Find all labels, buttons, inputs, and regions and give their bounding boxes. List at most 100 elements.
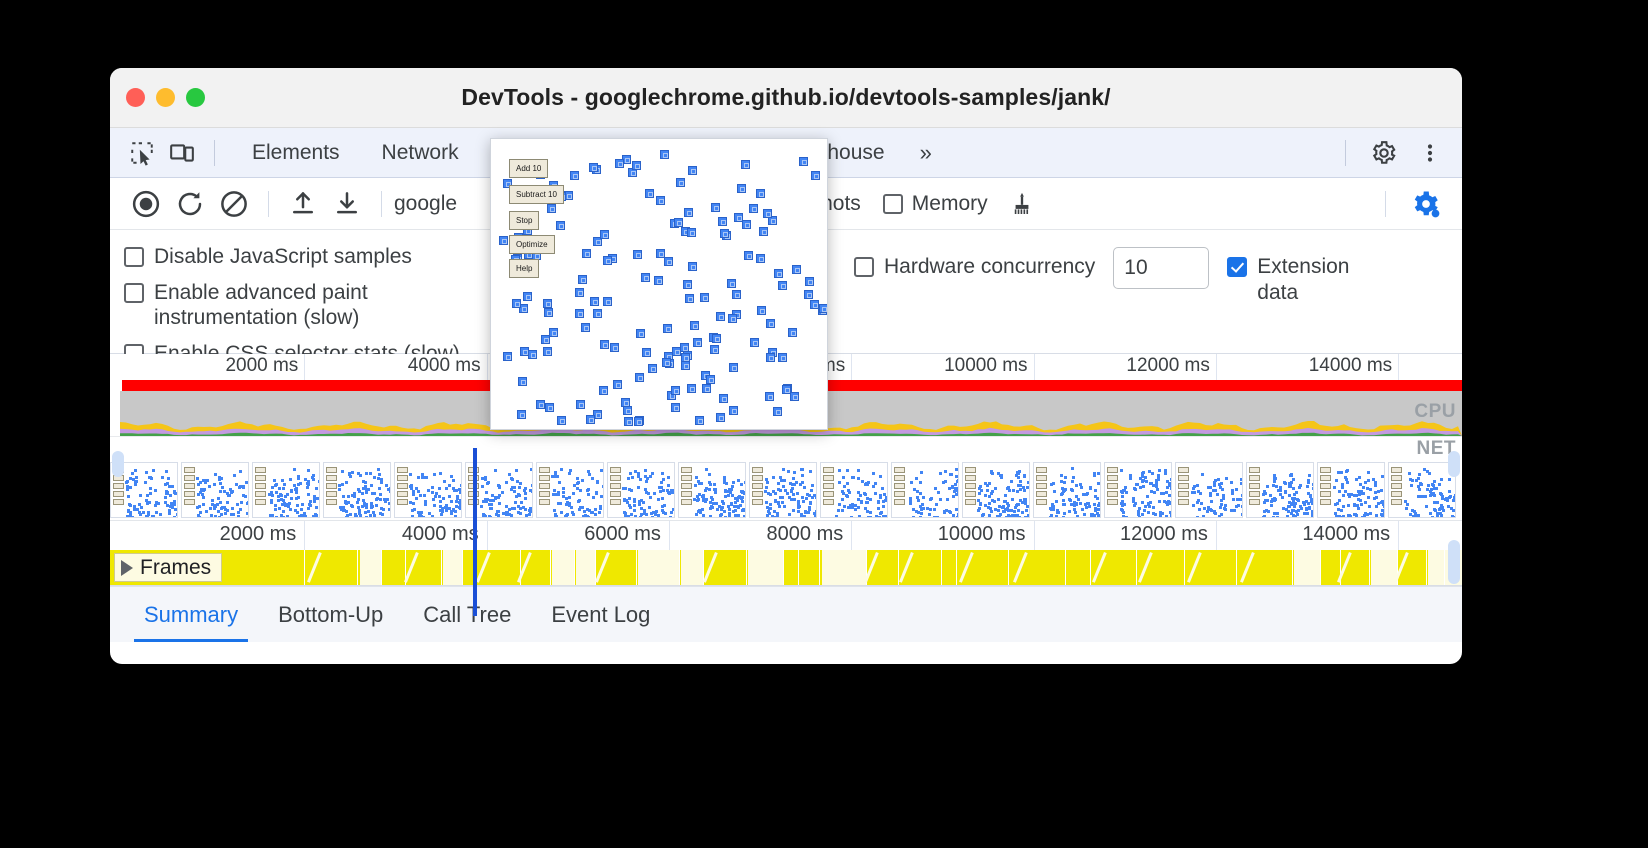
download-profile-icon[interactable] — [325, 182, 369, 226]
frame-bar[interactable] — [359, 550, 382, 585]
thumbnail-dot — [267, 493, 271, 497]
thumbnail-dot — [1420, 494, 1424, 498]
filmstrip-thumbnail[interactable] — [749, 462, 817, 518]
hardware-concurrency-input[interactable]: 10 — [1113, 247, 1210, 289]
close-button[interactable] — [126, 88, 145, 107]
thumbnail-dot — [1158, 469, 1162, 473]
extension-data-checkbox[interactable] — [1227, 257, 1248, 277]
thumbnail-dot — [865, 497, 869, 500]
jank-demo-square — [717, 217, 727, 226]
filmstrip-thumbnail[interactable] — [1388, 462, 1456, 518]
thumbnail-dot — [739, 496, 743, 500]
thumbnail-buttons-icon — [610, 467, 621, 507]
thumbnail-dot — [602, 485, 603, 489]
filmstrip-thumbnail[interactable] — [394, 462, 462, 518]
expand-triangle-icon[interactable] — [121, 559, 133, 576]
thumbnail-dot — [1219, 498, 1223, 502]
inspect-element-icon[interactable] — [122, 133, 162, 173]
thumbnail-dot — [859, 500, 863, 504]
thumbnail-dot — [1084, 506, 1088, 510]
extension-data-row[interactable]: Extension data — [1227, 254, 1367, 305]
frame-bar[interactable] — [382, 550, 407, 585]
timeline-playhead-main[interactable] — [473, 496, 477, 616]
upload-profile-icon[interactable] — [281, 182, 325, 226]
memory-checkbox-box[interactable] — [882, 193, 903, 214]
filmstrip-thumbnail[interactable] — [252, 462, 320, 518]
thumbnail-dot — [1010, 480, 1014, 483]
filmstrip-strip[interactable] — [110, 460, 1462, 520]
thumbnail-dot — [480, 504, 483, 508]
minimize-button[interactable] — [156, 88, 175, 107]
frame-bar[interactable] — [1428, 550, 1445, 585]
filmstrip-thumbnail[interactable] — [820, 462, 888, 518]
timeline-vertical-scrollbar[interactable] — [1448, 540, 1460, 584]
clear-recording-icon[interactable] — [212, 182, 256, 226]
frame-bar[interactable] — [1067, 550, 1092, 585]
frame-bar[interactable] — [1294, 550, 1321, 585]
capture-settings-gear-icon[interactable] — [1404, 182, 1448, 226]
tab-elements[interactable]: Elements — [231, 128, 361, 178]
thumbnail-dot — [160, 476, 164, 480]
filmstrip-thumbnail[interactable] — [1033, 462, 1101, 518]
filmstrip-thumbnail[interactable] — [1246, 462, 1314, 518]
filmstrip-thumbnail[interactable] — [181, 462, 249, 518]
filmstrip-thumbnail[interactable] — [1175, 462, 1243, 518]
frame-bar[interactable] — [637, 550, 681, 585]
filmstrip-thumbnail[interactable] — [536, 462, 604, 518]
jank-demo-square — [546, 204, 556, 214]
frame-bar[interactable] — [799, 550, 821, 585]
device-toolbar-icon[interactable] — [162, 133, 202, 173]
record-button-icon[interactable] — [124, 182, 168, 226]
thumbnail-dot — [196, 476, 200, 480]
frames-track[interactable]: Frames — [110, 550, 1462, 586]
frame-bar[interactable] — [443, 550, 463, 585]
tab-summary[interactable]: Summary — [124, 588, 258, 642]
filmstrip-thumbnail[interactable] — [1317, 462, 1385, 518]
hardware-concurrency-checkbox[interactable] — [854, 257, 874, 277]
filmstrip-thumbnail[interactable] — [607, 462, 675, 518]
tab-call-tree[interactable]: Call Tree — [403, 588, 531, 642]
frame-bar[interactable] — [747, 550, 784, 585]
thumbnail-dot — [713, 491, 717, 495]
frame-bar[interactable] — [821, 550, 867, 585]
memory-checkbox[interactable]: Memory — [882, 192, 988, 216]
frame-bar[interactable] — [784, 550, 799, 585]
filmstrip-thumbnail[interactable] — [962, 462, 1030, 518]
frame-bar[interactable] — [681, 550, 704, 585]
thumbnail-dot — [837, 502, 841, 506]
frame-bar[interactable] — [575, 550, 597, 585]
network-band[interactable]: NET — [110, 436, 1462, 460]
zoom-button[interactable] — [186, 88, 205, 107]
filmstrip-thumbnail[interactable] — [678, 462, 746, 518]
reload-and-record-icon[interactable] — [168, 182, 212, 226]
thumbnail-dot — [1311, 501, 1313, 505]
filmstrip-thumbnail[interactable] — [323, 462, 391, 518]
filmstrip-thumbnail[interactable] — [891, 462, 959, 518]
thumbnail-dot — [1163, 472, 1167, 476]
tab-event-log[interactable]: Event Log — [531, 588, 670, 642]
kebab-menu-icon[interactable] — [1410, 133, 1450, 173]
overview-left-handle[interactable] — [112, 451, 124, 477]
thumbnail-dot — [1050, 504, 1054, 508]
hardware-concurrency-row[interactable]: Hardware concurrency — [854, 254, 1095, 280]
thumbnail-dot — [222, 489, 226, 493]
filmstrip-thumbnail[interactable] — [1104, 462, 1172, 518]
thumbnail-dot — [169, 501, 173, 505]
thumbnail-dot — [219, 506, 223, 510]
frame-bar[interactable] — [943, 550, 958, 585]
thumbnail-dot — [987, 502, 991, 505]
thumbnail-dot — [437, 487, 441, 490]
gear-icon[interactable] — [1364, 133, 1404, 173]
tab-network[interactable]: Network — [361, 128, 480, 178]
frames-track-header[interactable]: Frames — [114, 553, 223, 582]
thumbnail-dot — [880, 486, 884, 490]
disable-js-samples-checkbox[interactable] — [124, 247, 144, 267]
advanced-paint-checkbox[interactable] — [124, 282, 144, 303]
collect-garbage-icon[interactable] — [1000, 182, 1044, 226]
more-tabs-icon[interactable]: » — [906, 128, 944, 178]
frame-bar[interactable] — [551, 550, 575, 585]
thumbnail-dot — [881, 514, 885, 517]
tab-bottom-up[interactable]: Bottom-Up — [258, 588, 403, 642]
frame-bar[interactable] — [280, 550, 306, 585]
overview-right-handle[interactable] — [1448, 451, 1460, 477]
